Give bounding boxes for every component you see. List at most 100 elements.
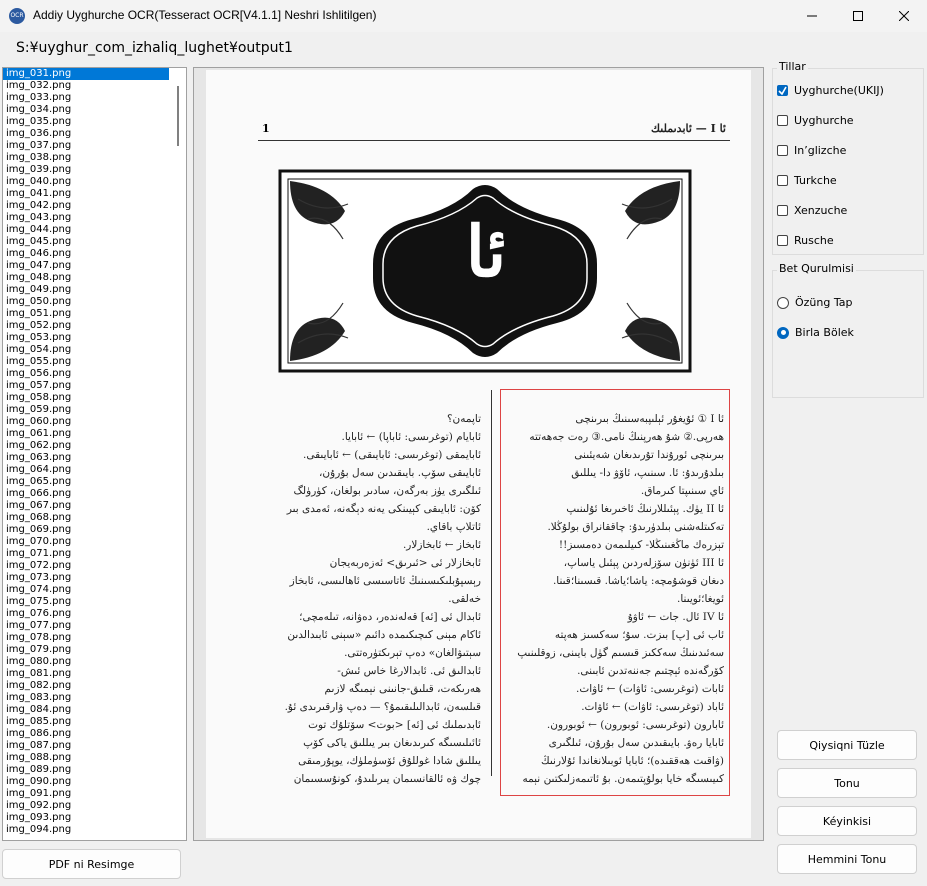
file-list-item[interactable]: img_055.png bbox=[3, 356, 169, 368]
close-icon bbox=[899, 11, 909, 21]
file-list-item[interactable]: img_073.png bbox=[3, 572, 169, 584]
layout-radio[interactable]: Özüng Tap bbox=[777, 296, 852, 309]
file-list-item[interactable]: img_064.png bbox=[3, 464, 169, 476]
file-list-item[interactable]: img_061.png bbox=[3, 428, 169, 440]
file-list-item[interactable]: img_079.png bbox=[3, 644, 169, 656]
file-list-item[interactable]: img_034.png bbox=[3, 104, 169, 116]
file-list-item[interactable]: img_037.png bbox=[3, 140, 169, 152]
file-list-item[interactable]: img_038.png bbox=[3, 152, 169, 164]
language-label: Rusche bbox=[794, 234, 834, 247]
file-list-item[interactable]: img_036.png bbox=[3, 128, 169, 140]
file-list-item[interactable]: img_066.png bbox=[3, 488, 169, 500]
file-list-item[interactable]: img_031.png bbox=[3, 68, 169, 80]
pdf-to-image-button[interactable]: PDF ni Resimge bbox=[2, 849, 181, 879]
recognize-all-button[interactable]: Hemmini Tonu bbox=[777, 844, 917, 874]
file-list-item[interactable]: img_067.png bbox=[3, 500, 169, 512]
file-list-item[interactable]: img_075.png bbox=[3, 596, 169, 608]
language-checkbox[interactable]: Uyghurche(UKIJ) bbox=[777, 84, 884, 97]
file-list-item[interactable]: img_063.png bbox=[3, 452, 169, 464]
maximize-button[interactable] bbox=[835, 0, 881, 32]
scrollbar-thumb[interactable] bbox=[177, 86, 179, 146]
dictionary-line: ئائىلىسىگە كىرىدىغان بىر يىللىق ياكى كۆپ bbox=[303, 737, 481, 749]
file-list-item[interactable]: img_035.png bbox=[3, 116, 169, 128]
file-list-item[interactable]: img_088.png bbox=[3, 752, 169, 764]
file-list-item[interactable]: img_072.png bbox=[3, 560, 169, 572]
file-list-item[interactable]: img_087.png bbox=[3, 740, 169, 752]
image-viewer[interactable]: 1 ئا I — ئابدىملىك ئا تاپمەن؟ ئابايام (ت… bbox=[193, 67, 764, 841]
file-list-item[interactable]: img_074.png bbox=[3, 584, 169, 596]
file-list-item[interactable]: img_062.png bbox=[3, 440, 169, 452]
file-list-item[interactable]: img_082.png bbox=[3, 680, 169, 692]
file-list-item[interactable]: img_081.png bbox=[3, 668, 169, 680]
dictionary-line: ھەرىكەت، قىلىق-جانىنى نېمىگە لازىم bbox=[324, 683, 481, 695]
file-list[interactable]: img_031.png img_032.png img_033.png img_034… bbox=[2, 67, 187, 841]
file-list-item[interactable]: img_060.png bbox=[3, 416, 169, 428]
dictionary-line: كۆن: ئابايىقى كېيىنكى يەنە دېگەنە، ئەمدى… bbox=[286, 503, 481, 515]
file-list-item[interactable]: img_041.png bbox=[3, 188, 169, 200]
fix-skew-button[interactable]: Qiysiqni Tüzle bbox=[777, 730, 917, 760]
file-list-item[interactable]: img_091.png bbox=[3, 788, 169, 800]
recognize-button[interactable]: Tonu bbox=[777, 768, 917, 798]
file-list-item[interactable]: img_047.png bbox=[3, 260, 169, 272]
file-list-item[interactable]: img_033.png bbox=[3, 92, 169, 104]
file-list-item[interactable]: img_054.png bbox=[3, 344, 169, 356]
file-list-item[interactable]: img_085.png bbox=[3, 716, 169, 728]
file-list-item[interactable]: img_080.png bbox=[3, 656, 169, 668]
file-list-item[interactable]: img_056.png bbox=[3, 368, 169, 380]
file-list-item[interactable]: img_057.png bbox=[3, 380, 169, 392]
radio-icon[interactable] bbox=[777, 296, 789, 309]
file-list-item[interactable]: img_093.png bbox=[3, 812, 169, 824]
file-list-item[interactable]: img_084.png bbox=[3, 704, 169, 716]
checkmark-icon[interactable] bbox=[777, 85, 788, 96]
file-list-item[interactable]: img_052.png bbox=[3, 320, 169, 332]
file-list-item[interactable]: img_069.png bbox=[3, 524, 169, 536]
file-list-item[interactable]: img_046.png bbox=[3, 248, 169, 260]
language-label: Xenzuche bbox=[794, 204, 848, 217]
checkbox-icon[interactable] bbox=[777, 175, 788, 186]
file-list-item[interactable]: img_065.png bbox=[3, 476, 169, 488]
layout-radio[interactable]: Birla Bölek bbox=[777, 326, 854, 339]
file-list-item[interactable]: img_039.png bbox=[3, 164, 169, 176]
file-list-item[interactable]: img_045.png bbox=[3, 236, 169, 248]
language-checkbox[interactable]: Uyghurche bbox=[777, 114, 854, 127]
checkbox-icon[interactable] bbox=[777, 205, 788, 216]
file-list-item[interactable]: img_086.png bbox=[3, 728, 169, 740]
checkbox-icon[interactable] bbox=[777, 145, 788, 156]
file-list-item[interactable]: img_044.png bbox=[3, 224, 169, 236]
close-button[interactable] bbox=[881, 0, 927, 32]
dictionary-line: خەلقى. bbox=[448, 593, 481, 605]
file-list-item[interactable]: img_051.png bbox=[3, 308, 169, 320]
file-list-item[interactable]: img_068.png bbox=[3, 512, 169, 524]
file-list-scrollbar[interactable] bbox=[169, 68, 186, 840]
file-list-item[interactable]: img_083.png bbox=[3, 692, 169, 704]
ocr-selection-box[interactable] bbox=[500, 389, 730, 796]
file-list-item[interactable]: img_050.png bbox=[3, 296, 169, 308]
file-list-item[interactable]: img_078.png bbox=[3, 632, 169, 644]
file-list-item[interactable]: img_048.png bbox=[3, 272, 169, 284]
file-list-item[interactable]: img_059.png bbox=[3, 404, 169, 416]
file-list-item[interactable]: img_077.png bbox=[3, 620, 169, 632]
file-list-item[interactable]: img_042.png bbox=[3, 200, 169, 212]
file-list-item[interactable]: img_070.png bbox=[3, 536, 169, 548]
file-list-item[interactable]: img_053.png bbox=[3, 332, 169, 344]
file-list-item[interactable]: img_092.png bbox=[3, 800, 169, 812]
file-list-item[interactable]: img_071.png bbox=[3, 548, 169, 560]
file-list-item[interactable]: img_049.png bbox=[3, 284, 169, 296]
minimize-button[interactable] bbox=[789, 0, 835, 32]
file-list-item[interactable]: img_032.png bbox=[3, 80, 169, 92]
file-list-item[interactable]: img_094.png bbox=[3, 824, 169, 836]
file-list-item[interactable]: img_090.png bbox=[3, 776, 169, 788]
language-checkbox[interactable]: Rusche bbox=[777, 234, 834, 247]
language-checkbox[interactable]: Xenzuche bbox=[777, 204, 847, 217]
checkbox-icon[interactable] bbox=[777, 235, 788, 246]
checkbox-icon[interactable] bbox=[777, 115, 788, 126]
file-list-item[interactable]: img_043.png bbox=[3, 212, 169, 224]
file-list-item[interactable]: img_040.png bbox=[3, 176, 169, 188]
file-list-item[interactable]: img_089.png bbox=[3, 764, 169, 776]
file-list-item[interactable]: img_076.png bbox=[3, 608, 169, 620]
file-list-item[interactable]: img_058.png bbox=[3, 392, 169, 404]
next-button[interactable]: Kéyinkisi bbox=[777, 806, 917, 836]
language-checkbox[interactable]: In’glizche bbox=[777, 144, 846, 157]
radio-icon[interactable] bbox=[777, 326, 789, 339]
language-checkbox[interactable]: Turkche bbox=[777, 174, 837, 187]
